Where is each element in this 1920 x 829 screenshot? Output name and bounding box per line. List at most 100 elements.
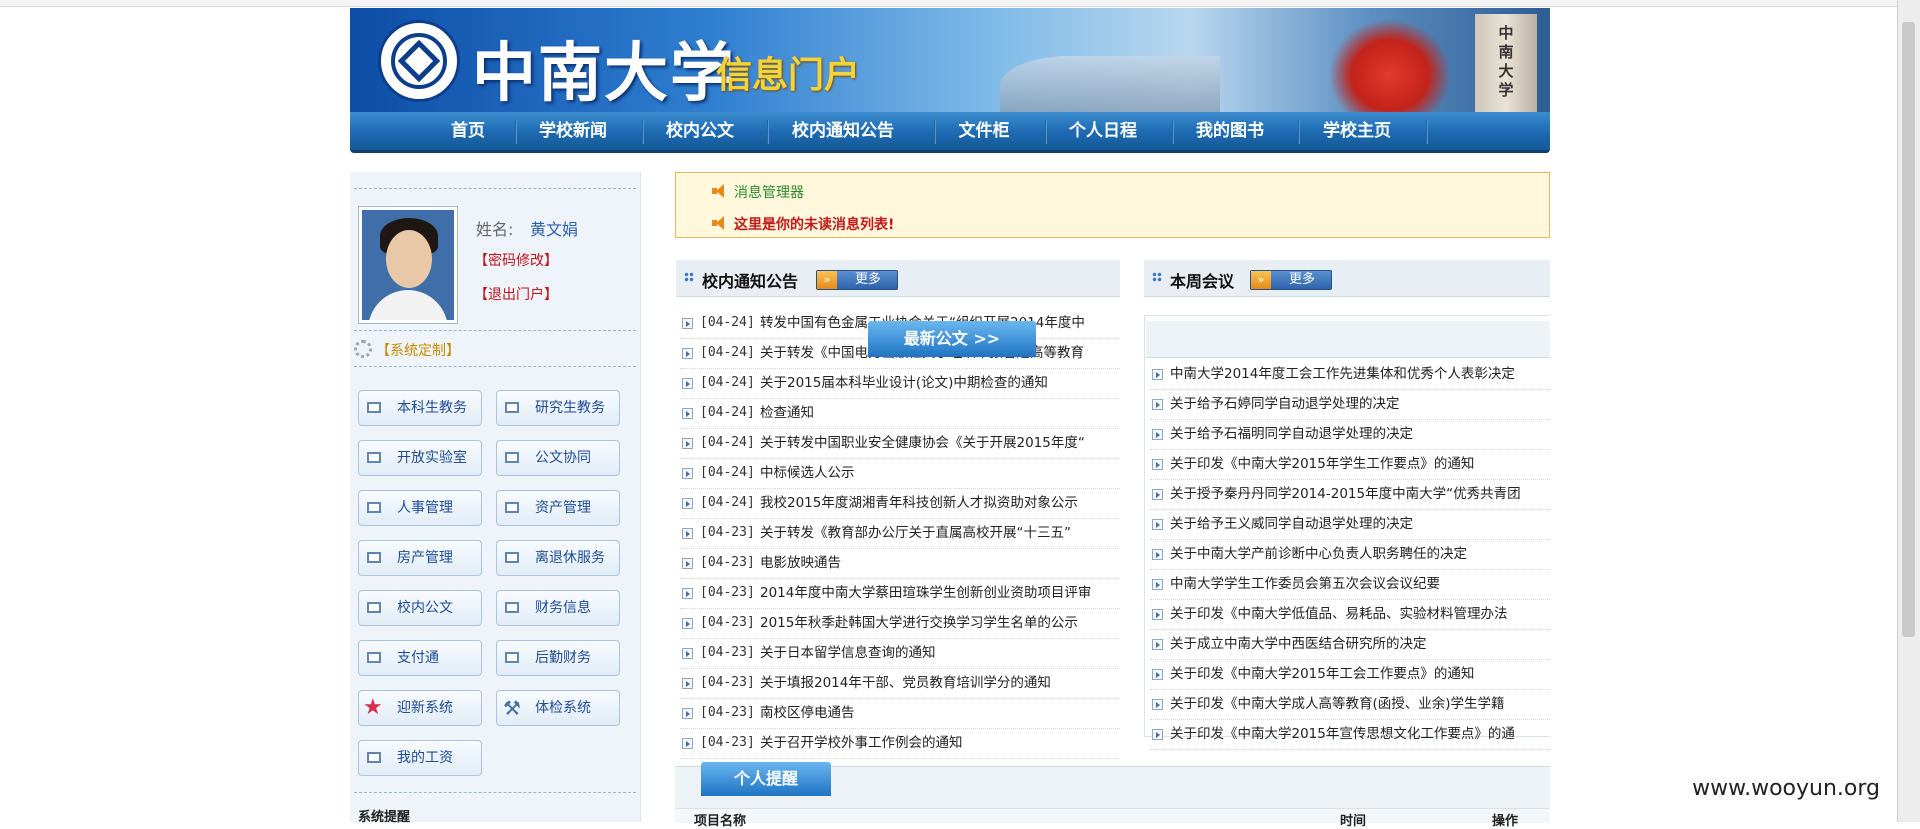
notice-title[interactable]: 关于转发中国职业安全健康协会《关于开展2015年度“ (760, 429, 1085, 457)
latest-doc-title[interactable]: 关于给予石婷同学自动退学处理的决定 (1170, 390, 1400, 418)
latest-doc-item[interactable]: 关于成立中南大学中西医结合研究所的决定 (1150, 630, 1550, 660)
btn-open-lab[interactable]: 开放实验室 (358, 440, 482, 476)
latest-doc-item[interactable]: 关于印发《中南大学2015年宣传思想文化工作要点》的通 (1150, 720, 1550, 750)
latest-doc-title[interactable]: 关于给予石福明同学自动退学处理的决定 (1170, 420, 1413, 448)
latest-doc-title[interactable]: 关于印发《中南大学2015年工会工作要点》的通知 (1170, 660, 1474, 688)
bullet-arrow-icon (1152, 729, 1163, 740)
red-sculpture-image (1330, 20, 1450, 112)
campus-building-image (1000, 56, 1220, 112)
message-manager-link[interactable]: 消息管理器 (734, 182, 804, 202)
double-arrow-icon: » (1251, 271, 1271, 289)
latest-doc-title[interactable]: 关于印发《中南大学成人高等教育(函授、业余)学生学籍 (1170, 690, 1505, 718)
latest-doc-item[interactable]: 关于授予秦丹丹同学2014-2015年度中南大学“优秀共青团 (1150, 480, 1550, 510)
latest-doc-item[interactable]: 关于印发《中南大学低值品、易耗品、实验材料管理办法 (1150, 600, 1550, 630)
notice-title[interactable]: 关于召开学校外事工作例会的通知 (760, 729, 963, 757)
notice-title[interactable]: 中标候选人公示 (760, 459, 855, 487)
btn-doc-collab[interactable]: 公文协同 (496, 440, 620, 476)
scrollbar-thumb[interactable] (1902, 22, 1915, 637)
bullet-arrow-icon (1152, 549, 1163, 560)
notice-date: [04-23] (700, 585, 755, 600)
notice-list-item[interactable]: [04-23] 南校区停电通告 (680, 699, 1120, 729)
nav-home[interactable]: 首页 (440, 112, 496, 150)
latest-doc-title[interactable]: 中南大学2014年度工会工作先进集体和优秀个人表彰决定 (1170, 360, 1515, 388)
notice-list-item[interactable]: [04-24] 检查通知 (680, 399, 1120, 429)
logout-link[interactable]: 【退出门户】 (474, 284, 558, 304)
btn-payment[interactable]: 支付通 (358, 640, 482, 676)
latest-doc-title[interactable]: 中南大学学生工作委员会第五次会议会议纪要 (1170, 570, 1440, 598)
latest-doc-item[interactable]: 关于中南大学产前诊断中心负责人职务聘任的决定 (1150, 540, 1550, 570)
btn-housing[interactable]: 房产管理 (358, 540, 482, 576)
avatar (358, 206, 458, 324)
btn-my-salary[interactable]: 我的工资 (358, 740, 482, 776)
notices-more-button[interactable]: » 更多 (816, 270, 898, 290)
bullet-arrow-icon (682, 438, 693, 449)
latest-doc-item[interactable]: 中南大学2014年度工会工作先进集体和优秀个人表彰决定 (1150, 360, 1550, 390)
nav-school-news[interactable]: 学校新闻 (528, 112, 618, 150)
latest-doc-title[interactable]: 关于印发《中南大学2015年学生工作要点》的通知 (1170, 450, 1474, 478)
notice-title[interactable]: 关于日本留学信息查询的通知 (760, 639, 936, 667)
window-icon (505, 549, 524, 563)
notice-title[interactable]: 南校区停电通告 (760, 699, 855, 727)
notice-list-item[interactable]: [04-24] 中标候选人公示 (680, 459, 1120, 489)
latest-doc-item[interactable]: 关于给予石婷同学自动退学处理的决定 (1150, 390, 1550, 420)
meetings-panel-header: 本周会议 » 更多 (1144, 260, 1550, 297)
latest-doc-item[interactable]: 关于给予石福明同学自动退学处理的决定 (1150, 420, 1550, 450)
bullet-arrow-icon (682, 318, 693, 329)
notice-list-item[interactable]: [04-23] 关于转发《教育部办公厅关于直属高校开展“十三五” (680, 519, 1120, 549)
nav-official-docs[interactable]: 校内公文 (655, 112, 745, 150)
btn-retiree-service[interactable]: 离退休服务 (496, 540, 620, 576)
latest-doc-title[interactable]: 关于印发《中南大学2015年宣传思想文化工作要点》的通 (1170, 720, 1515, 748)
notice-list-item[interactable]: [04-23] 电影放映通告 (680, 549, 1120, 579)
latest-doc-item[interactable]: 关于印发《中南大学2015年工会工作要点》的通知 (1150, 660, 1550, 690)
btn-logistics-finance[interactable]: 后勤财务 (496, 640, 620, 676)
latest-doc-title[interactable]: 关于授予秦丹丹同学2014-2015年度中南大学“优秀共青团 (1170, 480, 1521, 508)
latest-docs-tab[interactable]: 最新公文 >> (868, 321, 1036, 357)
notice-title[interactable]: 关于填报2014年干部、党员教育培训学分的通知 (760, 669, 1051, 697)
latest-doc-item[interactable]: 关于印发《中南大学成人高等教育(函授、业余)学生学籍 (1150, 690, 1550, 720)
notice-list-item[interactable]: [04-24] 我校2015年度湖湘青年科技创新人才拟资助对象公示 (680, 489, 1120, 519)
nav-personal-schedule[interactable]: 个人日程 (1058, 112, 1148, 150)
notice-list-item[interactable]: [04-23] 关于日本留学信息查询的通知 (680, 639, 1120, 669)
notice-list-item[interactable]: [04-23] 关于填报2014年干部、党员教育培训学分的通知 (680, 669, 1120, 699)
notice-list-item[interactable]: [04-23] 2015年秋季赴韩国大学进行交换学习学生名单的公示 (680, 609, 1120, 639)
btn-undergrad-affairs[interactable]: 本科生教务 (358, 390, 482, 426)
notice-title[interactable]: 关于转发《教育部办公厅关于直属高校开展“十三五” (760, 519, 1071, 547)
latest-doc-title[interactable]: 关于中南大学产前诊断中心负责人职务聘任的决定 (1170, 540, 1467, 568)
notice-list-item[interactable]: [04-23] 2014年度中南大学蔡田瑄珠学生创新创业资助项目评审 (680, 579, 1120, 609)
meetings-more-button[interactable]: » 更多 (1250, 270, 1332, 290)
btn-medical-exam[interactable]: ⚒ 体检系统 (496, 690, 620, 726)
notice-title[interactable]: 2014年度中南大学蔡田瑄珠学生创新创业资助项目评审 (760, 579, 1091, 607)
notice-list-item[interactable]: [04-24] 关于转发中国职业安全健康协会《关于开展2015年度“ (680, 429, 1120, 459)
nav-file-cabinet[interactable]: 文件柜 (948, 112, 1020, 150)
bullet-arrow-icon (682, 678, 693, 689)
latest-doc-item[interactable]: 关于给予王义威同学自动退学处理的决定 (1150, 510, 1550, 540)
notice-title[interactable]: 我校2015年度湖湘青年科技创新人才拟资助对象公示 (760, 489, 1078, 517)
btn-campus-docs[interactable]: 校内公文 (358, 590, 482, 626)
bullet-arrow-icon (1152, 669, 1163, 680)
btn-assets[interactable]: 资产管理 (496, 490, 620, 526)
system-custom-link[interactable]: 【系统定制】 (376, 340, 460, 360)
btn-freshman-system[interactable]: ★ 迎新系统 (358, 690, 482, 726)
latest-doc-title[interactable]: 关于成立中南大学中西医结合研究所的决定 (1170, 630, 1427, 658)
notice-title[interactable]: 检查通知 (760, 399, 814, 427)
nav-notices[interactable]: 校内通知公告 (780, 112, 906, 150)
vertical-scrollbar[interactable] (1897, 0, 1920, 822)
notice-title[interactable]: 关于2015届本科毕业设计(论文)中期检查的通知 (760, 369, 1048, 397)
latest-doc-title[interactable]: 关于印发《中南大学低值品、易耗品、实验材料管理办法 (1170, 600, 1508, 628)
btn-finance-info[interactable]: 财务信息 (496, 590, 620, 626)
btn-grad-affairs[interactable]: 研究生教务 (496, 390, 620, 426)
notice-list-item[interactable]: [04-23] 关于召开学校外事工作例会的通知 (680, 729, 1120, 759)
notice-title[interactable]: 电影放映通告 (760, 549, 841, 577)
nav-my-books[interactable]: 我的图书 (1185, 112, 1275, 150)
latest-doc-item[interactable]: 中南大学学生工作委员会第五次会议会议纪要 (1150, 570, 1550, 600)
latest-doc-title[interactable]: 关于给予王义威同学自动退学处理的决定 (1170, 510, 1413, 538)
notice-title[interactable]: 2015年秋季赴韩国大学进行交换学习学生名单的公示 (760, 609, 1078, 637)
latest-doc-item[interactable]: 关于印发《中南大学2015年学生工作要点》的通知 (1150, 450, 1550, 480)
bullet-arrow-icon (1152, 579, 1163, 590)
btn-hr[interactable]: 人事管理 (358, 490, 482, 526)
notice-list-item[interactable]: [04-24] 关于2015届本科毕业设计(论文)中期检查的通知 (680, 369, 1120, 399)
nav-school-home[interactable]: 学校主页 (1312, 112, 1402, 150)
unread-messages-link[interactable]: 这里是你的未读消息列表! (734, 214, 894, 234)
personal-reminder-tab[interactable]: 个人提醒 (701, 762, 831, 796)
change-password-link[interactable]: 【密码修改】 (474, 250, 558, 270)
